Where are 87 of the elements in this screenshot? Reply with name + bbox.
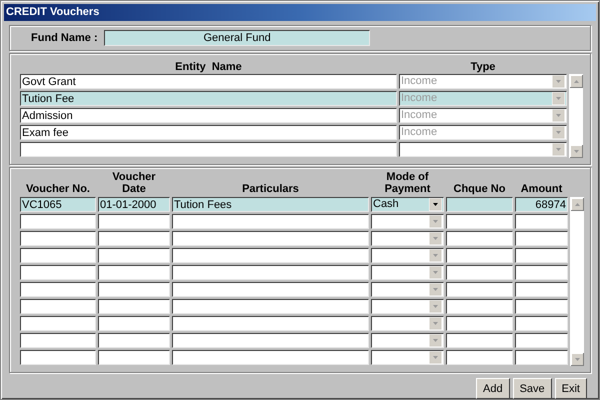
particulars-field[interactable] [172,350,369,365]
amount-field[interactable] [515,214,568,229]
scroll-down-button[interactable] [570,353,584,366]
voucher-number-field[interactable] [20,316,96,331]
payment-mode-dropdown[interactable] [371,333,444,348]
particulars-field[interactable] [172,214,369,229]
payment-mode-dropdown[interactable] [371,231,444,246]
cheque-number-field[interactable] [446,231,513,246]
fund-name-field[interactable]: General Fund [104,30,370,46]
particulars-field[interactable] [172,265,369,280]
voucher-date-field[interactable] [98,248,170,263]
cheque-number-field[interactable] [446,316,513,331]
cheque-number-field[interactable] [446,350,513,365]
amount-field[interactable]: 68974 [515,197,568,212]
type-dropdown[interactable] [399,142,567,157]
action-button[interactable]: Add [476,378,510,399]
voucher-date-field[interactable] [98,231,170,246]
scroll-up-button[interactable] [570,75,582,88]
column-header: Type [470,61,496,73]
entity-name-field[interactable]: Exam fee [20,125,397,140]
entity-name-field[interactable]: Govt Grant [20,74,397,89]
entity-name-field[interactable]: Admission [20,108,397,123]
voucher-number-field[interactable]: VC1065 [20,197,96,212]
cheque-number-field[interactable] [446,333,513,348]
dropdown-arrow-icon[interactable] [429,198,442,211]
scroll-down-button[interactable] [570,145,582,158]
amount-field[interactable] [515,350,568,365]
amount-field[interactable] [515,316,568,331]
cheque-number-field[interactable] [446,248,513,263]
scrollbar[interactable] [569,74,583,158]
cheque-number-field[interactable] [446,197,513,212]
voucher-date-field[interactable] [98,350,170,365]
window-title: CREDIT Vouchers [4,4,596,21]
cheque-number-field[interactable] [446,265,513,280]
voucher-number-field[interactable] [20,333,96,348]
payment-mode-dropdown[interactable] [371,316,444,331]
column-header: Chque No [452,183,506,196]
particulars-field[interactable] [172,299,369,314]
particulars-field[interactable]: Tution Fees [172,197,369,212]
particulars-field[interactable] [172,248,369,263]
payment-mode-dropdown[interactable] [371,214,444,229]
payment-mode-dropdown[interactable] [371,299,444,314]
amount-field[interactable] [515,231,568,246]
column-header: Particulars [241,183,300,196]
voucher-number-field[interactable] [20,299,96,314]
particulars-field[interactable] [172,333,369,348]
voucher-date-field[interactable]: 01-01-2000 [98,197,170,212]
amount-field[interactable] [515,265,568,280]
column-header: Voucher No. [25,183,91,196]
voucher-number-field[interactable] [20,282,96,297]
entity-name-field[interactable] [20,142,397,157]
payment-mode-dropdown[interactable] [371,282,444,297]
cheque-number-field[interactable] [446,299,513,314]
voucher-date-field[interactable] [98,214,170,229]
amount-field[interactable] [515,282,568,297]
scroll-up-button[interactable] [570,198,584,211]
voucher-date-field[interactable] [98,316,170,331]
payment-mode-dropdown[interactable]: Cash [371,197,444,212]
voucher-number-field[interactable] [20,265,96,280]
amount-field[interactable] [515,248,568,263]
voucher-number-field[interactable] [20,231,96,246]
column-header: Voucher Date [111,171,157,196]
cheque-number-field[interactable] [446,214,513,229]
voucher-date-field[interactable] [98,299,170,314]
amount-field[interactable] [515,299,568,314]
fund-name-label: Fund Name : [31,32,98,44]
column-header: Mode of Payment [384,171,432,196]
scrollbar[interactable] [570,197,584,366]
particulars-field[interactable] [172,316,369,331]
payment-mode-dropdown[interactable] [371,265,444,280]
action-button[interactable]: Exit [554,378,587,399]
cheque-number-field[interactable] [446,282,513,297]
voucher-number-field[interactable] [20,248,96,263]
payment-mode-dropdown[interactable] [371,248,444,263]
voucher-date-field[interactable] [98,282,170,297]
entity-name-field[interactable]: Tution Fee [20,91,397,106]
particulars-field[interactable] [172,282,369,297]
column-header: Entity Name [174,61,243,73]
particulars-field[interactable] [172,231,369,246]
column-header: Amount [520,183,564,196]
payment-mode-dropdown[interactable] [371,350,444,365]
action-button[interactable]: Save [512,378,552,399]
voucher-number-field[interactable] [20,214,96,229]
voucher-number-field[interactable] [20,350,96,365]
voucher-date-field[interactable] [98,265,170,280]
voucher-date-field[interactable] [98,333,170,348]
amount-field[interactable] [515,333,568,348]
